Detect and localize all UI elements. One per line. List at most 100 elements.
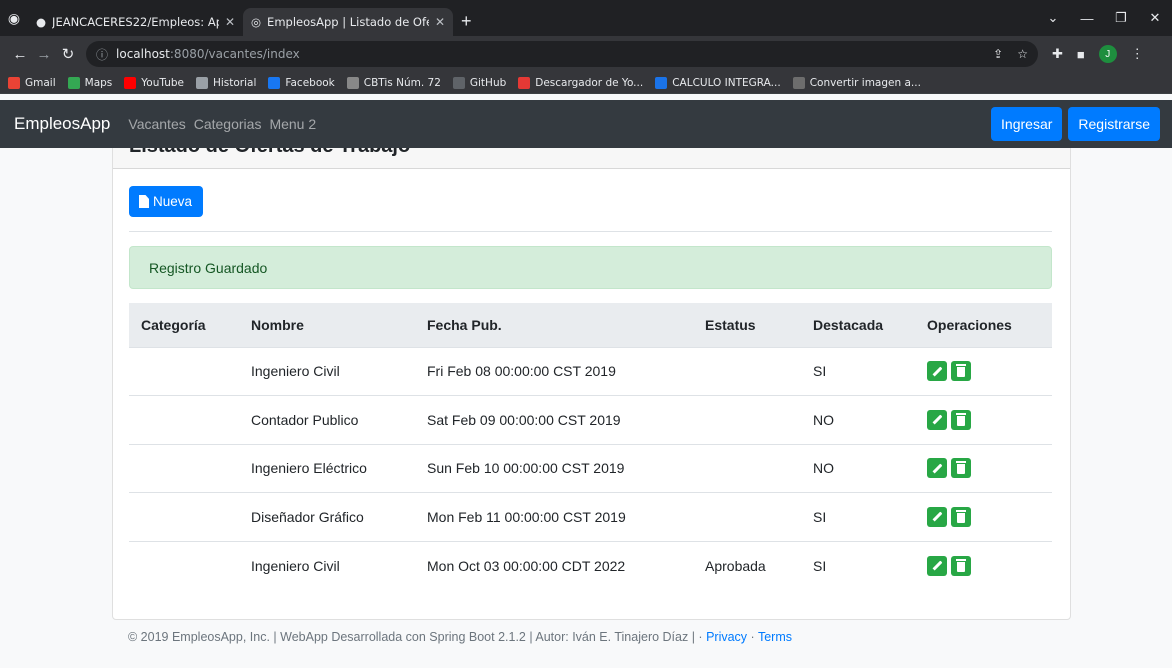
reload-button[interactable]: ↻ bbox=[56, 45, 80, 63]
header-categoria: Categoría bbox=[129, 303, 239, 348]
bookmark-item[interactable]: Convertir imagen a... bbox=[792, 76, 921, 89]
pencil-icon bbox=[932, 560, 942, 571]
delete-button[interactable] bbox=[951, 555, 971, 576]
window-controls: ⌄ — ❐ ✕ bbox=[1036, 0, 1172, 36]
edit-button[interactable] bbox=[927, 555, 947, 576]
bookmark-label: Maps bbox=[84, 76, 113, 89]
success-alert: Registro Guardado bbox=[129, 246, 1052, 289]
share-icon[interactable]: ⇪ bbox=[993, 47, 1003, 61]
delete-button[interactable] bbox=[951, 361, 971, 382]
bookmark-label: Descargador de Yo... bbox=[535, 76, 644, 89]
github-icon: ● bbox=[36, 15, 47, 29]
cell-nombre: Ingeniero Eléctrico bbox=[239, 444, 415, 493]
back-button[interactable]: ← bbox=[8, 46, 32, 63]
header-operaciones: Operaciones bbox=[915, 303, 1052, 348]
bookmark-label: CBTis Núm. 72 bbox=[363, 76, 441, 89]
footer: © 2019 EmpleosApp, Inc. | WebApp Desarro… bbox=[0, 630, 1172, 644]
new-vacancy-button[interactable]: Nueva bbox=[129, 186, 204, 217]
close-icon[interactable]: ✕ bbox=[225, 15, 235, 29]
cell-destacada: NO bbox=[801, 395, 915, 445]
trash-icon bbox=[956, 509, 966, 523]
bookmark-item[interactable]: Gmail bbox=[8, 76, 56, 89]
tab-title: EmpleosApp | Listado de Ofertas bbox=[267, 15, 429, 29]
brand-link[interactable]: EmpleosApp bbox=[14, 114, 110, 134]
bookmark-item[interactable]: Facebook bbox=[268, 76, 335, 89]
trash-icon bbox=[956, 364, 966, 378]
cell-categoria bbox=[129, 492, 239, 542]
url-path: :8080/vacantes/index bbox=[169, 47, 300, 61]
bookmark-icon bbox=[124, 76, 137, 89]
register-button[interactable]: Registrarse bbox=[1068, 107, 1160, 141]
cell-operaciones bbox=[915, 395, 1052, 445]
tab-title: JEANCACERES22/Empleos: Aplica bbox=[52, 15, 219, 29]
header-destacada: Destacada bbox=[801, 303, 915, 348]
new-tab-button[interactable]: + bbox=[461, 11, 472, 32]
bookmark-item[interactable]: Maps bbox=[67, 76, 113, 89]
bookmark-icon bbox=[655, 76, 668, 89]
bookmark-label: Historial bbox=[212, 76, 257, 89]
cell-fecha: Mon Oct 03 00:00:00 CDT 2022 bbox=[427, 557, 626, 574]
info-icon[interactable]: ⓘ bbox=[96, 46, 108, 63]
cell-fecha: Fri Feb 08 00:00:00 CST 2019 bbox=[415, 347, 693, 396]
cell-nombre: Contador Publico bbox=[239, 395, 415, 445]
sidepanel-icon[interactable]: ■ bbox=[1077, 47, 1085, 62]
bookmark-icon bbox=[195, 76, 208, 89]
nav-link-menu2[interactable]: Menu 2 bbox=[269, 116, 316, 132]
url-input[interactable]: ⓘ localhost:8080/vacantes/index ⇪ ☆ bbox=[86, 41, 1038, 67]
cell-nombre: Ingeniero Civil bbox=[251, 557, 340, 574]
row-actions bbox=[927, 409, 1052, 430]
tab-empleosapp[interactable]: ◎ EmpleosApp | Listado de Ofertas ✕ bbox=[243, 8, 453, 36]
cell-destacada: SI bbox=[801, 347, 915, 396]
edit-button[interactable] bbox=[927, 458, 947, 479]
minimize-button[interactable]: — bbox=[1070, 11, 1104, 26]
edit-button[interactable] bbox=[927, 409, 947, 430]
pencil-icon bbox=[932, 414, 942, 425]
avatar[interactable]: J bbox=[1098, 45, 1117, 63]
bookmark-icon bbox=[518, 76, 531, 89]
bookmark-item[interactable]: CBTis Núm. 72 bbox=[346, 76, 441, 89]
table-row: Ingeniero Eléctrico Sun Feb 10 00:00:00 C… bbox=[129, 444, 1052, 493]
tab-github[interactable]: ● JEANCACERES22/Empleos: Aplica ✕ bbox=[28, 8, 243, 36]
chrome-menu-icon[interactable]: ◉ bbox=[0, 0, 28, 36]
bookmark-item[interactable]: Historial bbox=[195, 76, 257, 89]
cell-destacada: NO bbox=[801, 444, 915, 493]
privacy-link[interactable]: Privacy bbox=[706, 630, 747, 644]
cell-estatus: Aprobada bbox=[705, 557, 766, 574]
bookmark-item[interactable]: Descargador de Yo... bbox=[518, 76, 644, 89]
edit-button[interactable] bbox=[927, 506, 947, 527]
close-window-button[interactable]: ✕ bbox=[1138, 10, 1172, 26]
cell-estatus bbox=[693, 444, 801, 493]
extensions-icon[interactable]: ✚ bbox=[1052, 46, 1063, 62]
close-icon[interactable]: ✕ bbox=[435, 15, 445, 29]
login-button[interactable]: Ingresar bbox=[991, 107, 1063, 141]
star-icon[interactable]: ☆ bbox=[1017, 47, 1028, 61]
delete-button[interactable] bbox=[951, 506, 971, 527]
delete-button[interactable] bbox=[951, 409, 971, 430]
terms-link[interactable]: Terms bbox=[758, 630, 792, 644]
divider bbox=[129, 231, 1052, 232]
cell-operaciones bbox=[915, 492, 1052, 542]
chevron-down-icon[interactable]: ⌄ bbox=[1036, 10, 1070, 26]
bookmark-item[interactable]: GitHub bbox=[452, 76, 507, 89]
cell-fecha: Sat Feb 09 00:00:00 CST 2019 bbox=[415, 395, 693, 445]
bookmark-item[interactable]: YouTube bbox=[124, 76, 184, 89]
cell-estatus bbox=[693, 347, 801, 396]
restore-button[interactable]: ❐ bbox=[1104, 10, 1138, 26]
bookmark-label: GitHub bbox=[469, 76, 507, 89]
edit-button[interactable] bbox=[927, 361, 947, 382]
nav-link-categorias[interactable]: Categorias bbox=[194, 116, 262, 132]
forward-button[interactable]: → bbox=[32, 46, 56, 63]
pencil-icon bbox=[932, 463, 942, 474]
row-actions bbox=[927, 506, 1052, 527]
nav-link-vacantes[interactable]: Vacantes bbox=[128, 116, 185, 132]
table-header-row: Categoría Nombre Fecha Pub. Estatus Dest… bbox=[129, 303, 1052, 348]
cell-fecha: Mon Feb 11 00:00:00 CST 2019 bbox=[415, 492, 693, 542]
delete-button[interactable] bbox=[951, 458, 971, 479]
trash-icon bbox=[956, 412, 966, 426]
cell-operaciones bbox=[915, 541, 1052, 590]
trash-icon bbox=[956, 461, 966, 475]
header-nombre: Nombre bbox=[239, 303, 415, 348]
menu-icon[interactable]: ⋮ bbox=[1131, 46, 1144, 62]
cell-categoria bbox=[129, 541, 239, 590]
bookmark-item[interactable]: CALCULO INTEGRA... bbox=[655, 76, 781, 89]
